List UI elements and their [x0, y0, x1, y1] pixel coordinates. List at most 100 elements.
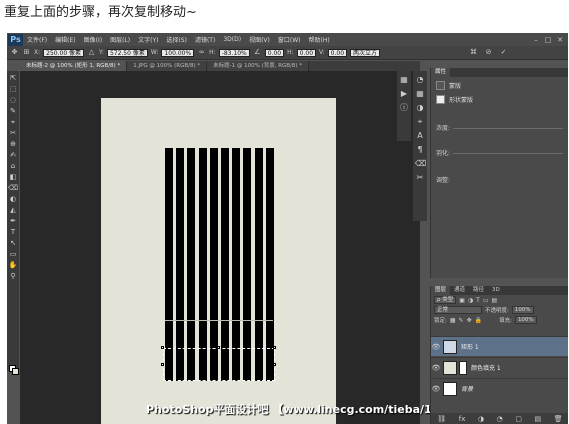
tool-presets-icon[interactable]: ✂ [415, 173, 425, 183]
commit-icon[interactable]: ✓ [499, 48, 508, 57]
maximize-icon[interactable]: □ [544, 36, 552, 44]
shape-mask-row[interactable]: 形状蒙版 [436, 95, 473, 104]
add-mask-icon[interactable]: ◑ [478, 415, 484, 423]
brush-tool-icon[interactable]: ✍ [8, 151, 18, 160]
reference-point-icon[interactable]: ⊞ [22, 48, 31, 57]
angle-field[interactable]: 0.00 [264, 48, 285, 57]
marquee-tool-icon[interactable]: ⬚ [8, 85, 18, 94]
delete-layer-icon[interactable]: 🗑 [554, 415, 563, 423]
pen-tool-icon[interactable]: ✒ [8, 217, 18, 226]
lock-transparent-icon[interactable]: ▦ [450, 317, 456, 324]
tab-3d[interactable]: 3D [488, 286, 504, 295]
opacity-field[interactable]: 100% [511, 306, 534, 314]
document-canvas[interactable] [101, 98, 336, 424]
menu-edit[interactable]: 编辑(E) [51, 35, 79, 44]
hand-tool-icon[interactable]: ✋ [8, 261, 18, 270]
menu-view[interactable]: 视图(V) [245, 35, 274, 44]
history-icon[interactable]: ▦ [399, 75, 409, 85]
eye-icon[interactable]: 👁 [431, 385, 441, 393]
lasso-tool-icon[interactable]: ◌ [8, 96, 18, 105]
type-tool-icon[interactable]: T [8, 228, 18, 237]
background-color-swatch[interactable] [12, 368, 19, 375]
transform-handle[interactable] [273, 346, 276, 349]
new-layer-icon[interactable]: ▤ [535, 415, 542, 423]
filter-adjust-icon[interactable]: ◑ [468, 297, 473, 304]
w-field[interactable]: 100.00% [161, 48, 195, 57]
tab-channels[interactable]: 通道 [450, 286, 469, 295]
styles-icon[interactable]: ⌖ [415, 117, 425, 127]
transform-selection[interactable] [163, 348, 275, 381]
layer-row[interactable]: 👁 矩形 1 [431, 336, 568, 356]
lock-position-icon[interactable]: ✥ [467, 317, 472, 324]
tab-properties[interactable]: 属性 [431, 68, 451, 77]
quick-select-tool-icon[interactable]: ✎ [8, 107, 18, 116]
menu-3d[interactable]: 3D(D) [219, 36, 245, 43]
eye-icon[interactable]: 👁 [431, 364, 441, 372]
close-icon[interactable]: ✕ [556, 36, 564, 44]
stamp-tool-icon[interactable]: ⌂ [8, 162, 18, 171]
filter-type-icon[interactable]: T [476, 297, 480, 304]
link-icon[interactable]: ∞ [197, 48, 206, 57]
eye-icon[interactable]: 👁 [431, 343, 441, 351]
actions-icon[interactable]: ▶ [399, 89, 409, 99]
dodge-tool-icon[interactable]: ◭ [8, 206, 18, 215]
blend-mode-select[interactable]: 正常 [434, 306, 482, 314]
tab-doc-untitled-2[interactable]: 未标题-2 @ 100% (矩形 1, RGB/8) * [20, 61, 128, 71]
character-icon[interactable]: A [415, 131, 425, 141]
hskew-field[interactable]: 0.00 [296, 48, 317, 57]
adjustment-layer-icon[interactable]: ◔ [497, 415, 503, 423]
color-icon[interactable]: ◔ [415, 75, 425, 85]
menu-window[interactable]: 窗口(W) [274, 35, 305, 44]
cancel-icon[interactable]: ⊘ [484, 48, 493, 57]
layer-kind-filter[interactable]: ρ 类型 [434, 296, 457, 304]
lock-pixels-icon[interactable]: ✎ [459, 317, 464, 324]
history-brush-tool-icon[interactable]: ◧ [8, 173, 18, 182]
adjustments-icon[interactable]: ◑ [415, 103, 425, 113]
fill-field[interactable]: 100% [514, 316, 537, 324]
tab-layers[interactable]: 图层 [431, 286, 451, 295]
healing-tool-icon[interactable]: ⊕ [8, 140, 18, 149]
tab-doc-untitled-1[interactable]: 未标题-1 @ 100% (背景, RGB/8) * [207, 61, 310, 71]
lock-all-icon[interactable]: 🔒 [475, 317, 482, 324]
eraser-tool-icon[interactable]: ⌫ [8, 184, 18, 193]
warp-icon[interactable]: ⌘ [469, 48, 478, 57]
transform-handle[interactable] [217, 346, 220, 349]
transform-handle[interactable] [161, 346, 164, 349]
menu-layer[interactable]: 图层(L) [106, 35, 134, 44]
link-layers-icon[interactable]: ⛓ [437, 415, 446, 423]
menu-type[interactable]: 文字(Y) [134, 35, 162, 44]
interpolation-select[interactable]: 两次立方 [350, 48, 381, 57]
feather-slider[interactable] [453, 153, 563, 154]
zoom-tool-icon[interactable]: ⚲ [8, 272, 18, 281]
slice-tool-icon[interactable]: ✂ [8, 129, 18, 138]
brush-presets-icon[interactable]: ⌫ [415, 159, 426, 169]
canvas-workspace[interactable]: PhotoShop平面设计吧 【www.linecg.com/tieba/178… [20, 71, 466, 424]
layer-row[interactable]: 👁 颜色填充 1 [431, 357, 568, 377]
minimize-icon[interactable]: – [532, 36, 540, 44]
mask-row[interactable]: 蒙版 [436, 81, 461, 90]
info-icon[interactable]: ⓘ [399, 103, 409, 113]
gradient-tool-icon[interactable]: ◐ [8, 195, 18, 204]
menu-image[interactable]: 图像(I) [80, 35, 106, 44]
x-field[interactable]: 250.00 像素 [43, 48, 85, 57]
shape-tool-icon[interactable]: ▭ [8, 250, 18, 259]
vskew-field[interactable]: 0.00 [327, 48, 348, 57]
menu-file[interactable]: 文件(F) [23, 35, 51, 44]
y-field[interactable]: 572.50 像素 [106, 48, 148, 57]
crop-tool-icon[interactable]: ⌖ [8, 118, 18, 127]
menu-select[interactable]: 选择(S) [162, 35, 191, 44]
tab-doc-1-jpg[interactable]: 1.JPG @ 100% (RGB/8) * [127, 61, 208, 71]
transform-handle[interactable] [273, 363, 276, 366]
paragraph-icon[interactable]: ¶ [415, 145, 425, 155]
new-group-icon[interactable]: ▢ [515, 415, 522, 423]
transform-tool-icon[interactable]: ✥ [10, 48, 19, 57]
density-slider[interactable] [453, 128, 563, 129]
swatches-icon[interactable]: ▦ [415, 89, 425, 99]
h-field[interactable]: -83.10% [218, 48, 250, 57]
transform-handle[interactable] [161, 363, 164, 366]
filter-shape-icon[interactable]: ▭ [483, 297, 489, 304]
delta-icon[interactable]: △ [87, 48, 96, 57]
layer-style-icon[interactable]: fx [459, 415, 466, 423]
filter-pixel-icon[interactable]: ▣ [459, 297, 465, 304]
path-select-tool-icon[interactable]: ↖ [8, 239, 18, 248]
